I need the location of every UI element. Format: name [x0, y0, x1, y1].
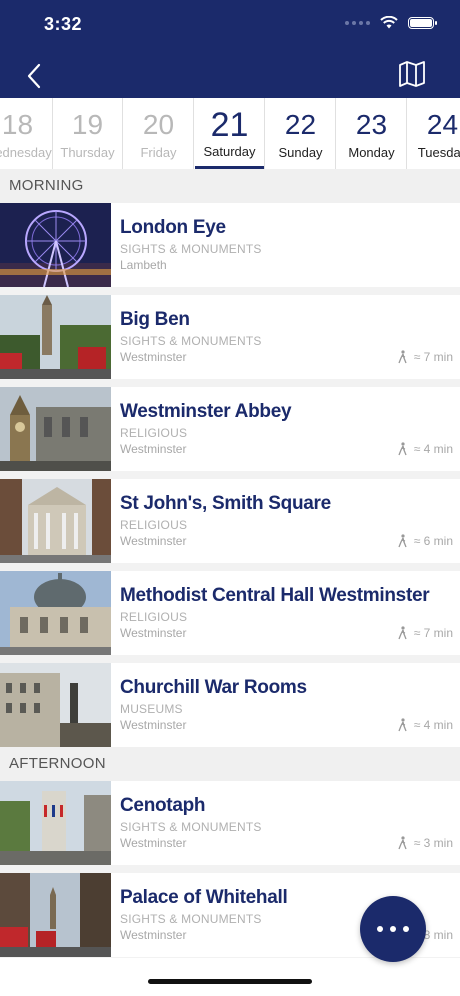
walk-time: 8 min: [424, 928, 453, 942]
day-tab[interactable]: 23 Monday: [337, 98, 407, 169]
day-selector: 18 Wednesday 19 Thursday 20 Friday 21Saturd…: [0, 98, 460, 170]
place-area: Westminster: [120, 350, 187, 364]
walking-icon: [398, 718, 407, 732]
day-number: 21: [210, 106, 249, 144]
place-title: Methodist Central Hall Westminster: [120, 585, 430, 606]
place-title: Churchill War Rooms: [120, 677, 307, 698]
day-tab[interactable]: 22 Sunday: [266, 98, 336, 169]
place-thumbnail: [0, 873, 111, 957]
walk-time: ≈ 4 min: [396, 718, 453, 732]
wifi-icon: [380, 16, 398, 29]
section-title: AFTERNOON: [9, 755, 106, 772]
walking-icon: [398, 836, 407, 850]
day-name: Sunday: [278, 145, 323, 160]
more-options-button[interactable]: [360, 896, 426, 962]
section-title: MORNING: [9, 177, 84, 194]
day-tab[interactable]: 18 Wednesday: [0, 98, 53, 169]
back-button[interactable]: [24, 60, 48, 92]
day-tab[interactable]: 20 Friday: [124, 98, 194, 169]
day-number: 18: [1, 109, 34, 140]
walk-time-label: ≈ 6 min: [413, 534, 453, 548]
place-title: Westminster Abbey: [120, 401, 292, 422]
day-number: 20: [142, 109, 175, 140]
day-name: Tuesday: [417, 145, 460, 160]
status-time: 3:32: [44, 14, 83, 34]
walk-time-label: ≈ 3 min: [413, 836, 453, 850]
walk-time-label: ≈ 4 min: [413, 442, 453, 456]
place-card[interactable]: Methodist Central Hall Westminster RELIG…: [0, 571, 460, 655]
day-number: 23: [355, 109, 388, 140]
place-area: Westminster: [120, 626, 187, 640]
day-name: Thursday: [60, 145, 115, 160]
bottom-bar: [0, 958, 460, 996]
place-thumbnail: [0, 203, 111, 287]
place-thumbnail: [0, 571, 111, 655]
place-title: Big Ben: [120, 309, 190, 330]
place-category: RELIGIOUS: [120, 426, 188, 440]
place-card[interactable]: Westminster Abbey RELIGIOUS Westminster …: [0, 387, 460, 471]
walk-time-label: ≈ 4 min: [413, 718, 453, 732]
place-title: Palace of Whitehall: [120, 887, 288, 908]
more-dots-icon: [377, 926, 383, 932]
walk-time: ≈ 4 min: [396, 442, 453, 456]
walk-time-label: ≈ 7 min: [413, 626, 453, 640]
walking-icon: [398, 350, 407, 364]
walk-time: ≈ 7 min: [396, 350, 453, 364]
place-area: Westminster: [120, 442, 187, 456]
place-title: London Eye: [120, 217, 226, 238]
place-card[interactable]: St John's, Smith Square RELIGIOUS Westmi…: [0, 479, 460, 563]
place-category: RELIGIOUS: [120, 610, 188, 624]
place-category: SIGHTS & MONUMENTS: [120, 820, 262, 834]
walk-time-label: 8 min: [423, 928, 453, 942]
day-number: 22: [284, 109, 317, 140]
day-name: Monday: [348, 145, 395, 160]
place-thumbnail: [0, 781, 111, 865]
walking-icon: [398, 442, 407, 456]
walk-time: ≈ 3 min: [396, 836, 453, 850]
signal-icon: [345, 20, 370, 25]
place-area: Westminster: [120, 836, 187, 850]
walk-time-label: ≈ 7 min: [413, 350, 453, 364]
home-indicator: [148, 979, 312, 984]
map-button[interactable]: [398, 60, 426, 88]
place-card[interactable]: London Eye SIGHTS & MONUMENTS Lambeth: [0, 203, 460, 287]
day-tab-selected[interactable]: 21 Saturday: [195, 98, 265, 169]
walk-time: ≈ 6 min: [396, 534, 453, 548]
day-name: Wednesday: [0, 145, 52, 160]
place-card[interactable]: Churchill War Rooms MUSEUMS Westminster …: [0, 663, 460, 747]
place-category: SIGHTS & MONUMENTS: [120, 912, 262, 926]
walk-time: ≈ 7 min: [396, 626, 453, 640]
day-number: 24: [426, 109, 459, 140]
place-thumbnail: [0, 295, 111, 379]
place-title: Cenotaph: [120, 795, 206, 816]
section-header-afternoon: AFTERNOON: [0, 747, 460, 781]
place-category: SIGHTS & MONUMENTS: [120, 334, 262, 348]
status-icons: [345, 16, 437, 29]
day-tab[interactable]: 24 Tuesday: [408, 98, 460, 169]
place-category: MUSEUMS: [120, 702, 183, 716]
place-area: Westminster: [120, 928, 187, 942]
place-title: St John's, Smith Square: [120, 493, 331, 514]
day-tab[interactable]: 19 Thursday: [53, 98, 123, 169]
day-number: 19: [71, 109, 104, 140]
battery-icon: [408, 16, 437, 29]
section-header-morning: MORNING: [0, 169, 460, 203]
nav-header: 3:32: [0, 0, 460, 98]
place-category: SIGHTS & MONUMENTS: [120, 242, 262, 256]
place-card[interactable]: Cenotaph SIGHTS & MONUMENTS Westminster …: [0, 781, 460, 865]
place-thumbnail: [0, 479, 111, 563]
place-area: Lambeth: [120, 258, 167, 272]
day-name: Friday: [140, 145, 177, 160]
place-area: Westminster: [120, 718, 187, 732]
place-thumbnail: [0, 387, 111, 471]
place-category: RELIGIOUS: [120, 518, 188, 532]
walking-icon: [398, 534, 407, 548]
day-name: Saturday: [203, 144, 256, 159]
place-card[interactable]: Big Ben SIGHTS & MONUMENTS Westminster ≈…: [0, 295, 460, 379]
place-area: Westminster: [120, 534, 187, 548]
walking-icon: [398, 626, 407, 640]
place-thumbnail: [0, 663, 111, 747]
